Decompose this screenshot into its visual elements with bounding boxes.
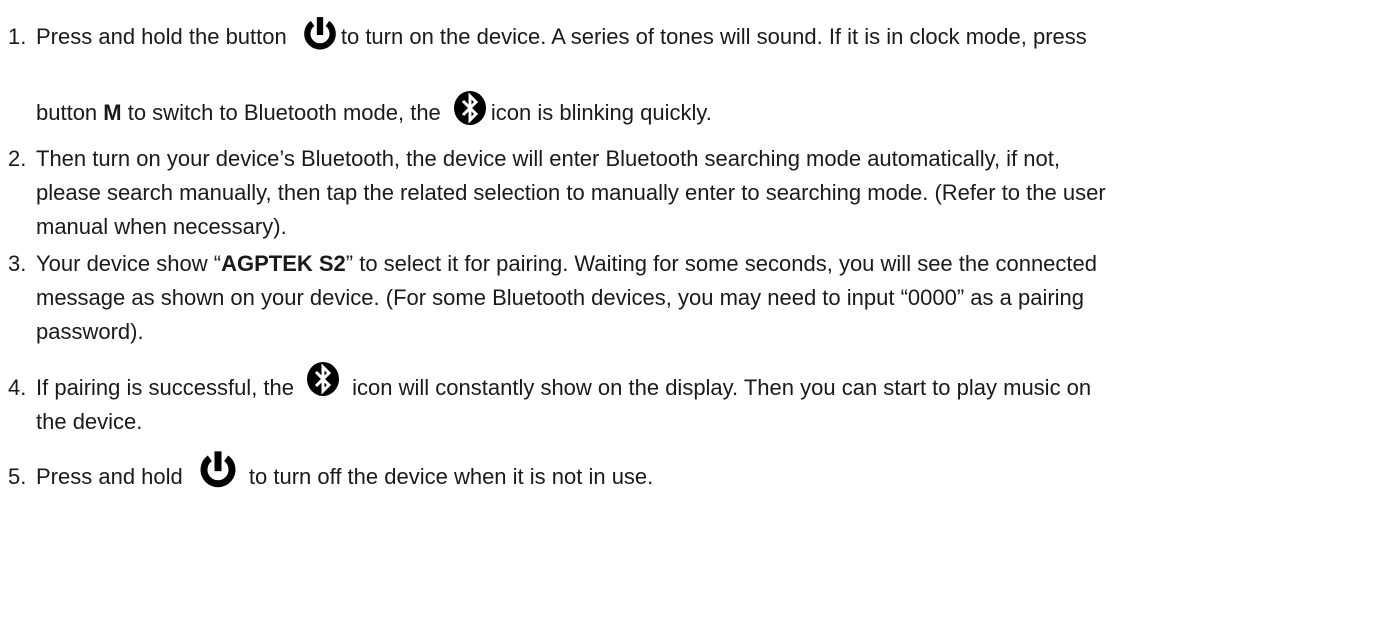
step-text: please search manually, then tap the rel… bbox=[36, 180, 1106, 205]
step-bold-text: AGPTEK S2 bbox=[221, 251, 346, 276]
step-text: ” to select it for pairing. Waiting for … bbox=[345, 251, 1097, 276]
step-text: icon is blinking quickly. bbox=[490, 100, 712, 125]
step-number: 2. bbox=[8, 146, 27, 171]
step-text: Press and hold bbox=[36, 464, 183, 489]
step-bold-text: M bbox=[103, 100, 122, 125]
step-number: 3. bbox=[8, 251, 27, 276]
step-text: If pairing is successful, the bbox=[36, 375, 295, 400]
step-number: 4. bbox=[8, 375, 27, 400]
step-text: the device. bbox=[36, 409, 143, 434]
step-text: to switch to Bluetooth mode, the bbox=[121, 100, 441, 125]
step-number: 5. bbox=[8, 464, 27, 489]
step-text: message as shown on your device. (For so… bbox=[36, 285, 1085, 310]
step-text: manual when necessary). bbox=[36, 214, 287, 239]
step-text: Then turn on your device’s Bluetooth, th… bbox=[36, 146, 1060, 171]
step-text: Your device show “ bbox=[36, 251, 222, 276]
step-text: icon will constantly show on the display… bbox=[352, 375, 1092, 400]
step-text: button bbox=[36, 100, 104, 125]
step-number: 1. bbox=[8, 24, 27, 49]
step-text: password). bbox=[36, 319, 144, 344]
step-text: to turn on the device. A series of tones… bbox=[340, 24, 1087, 49]
step-text: Press and hold the button bbox=[36, 24, 287, 49]
step-text: to turn off the device when it is not in… bbox=[248, 464, 654, 489]
